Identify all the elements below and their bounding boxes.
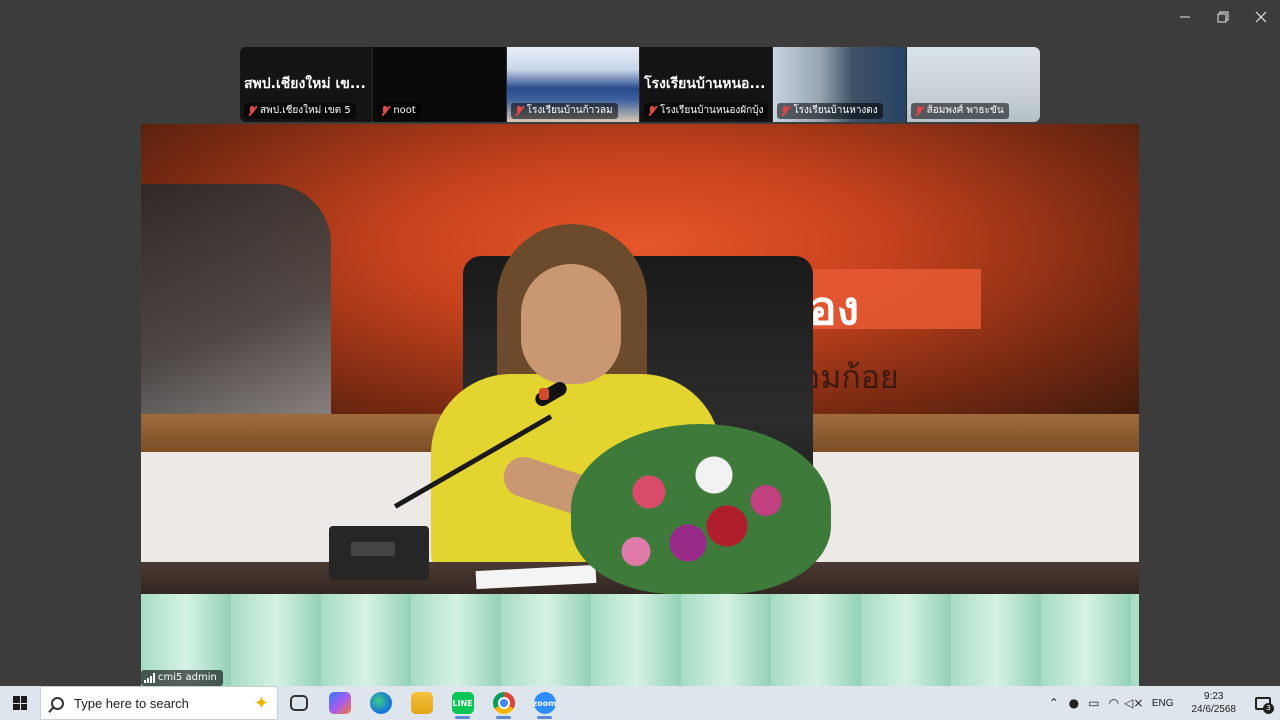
participant-tile[interactable]: ส้อมพงศ์ พาธะขัน	[906, 47, 1040, 122]
battery-icon: ▭	[1088, 696, 1100, 710]
widgets-button[interactable]	[278, 686, 319, 720]
mic-muted-icon	[914, 105, 924, 117]
chrome-icon	[492, 692, 515, 714]
participant-name: โรงเรียนบ้านหางดง	[793, 105, 878, 116]
participant-name-label: noot	[377, 103, 421, 119]
volume-muted-icon: ◁×	[1124, 696, 1144, 710]
notifications-button[interactable]: 3	[1246, 686, 1280, 720]
file-explorer-button[interactable]	[401, 686, 442, 720]
zoom-app-button[interactable]: zoom	[524, 686, 565, 720]
start-button[interactable]	[0, 686, 40, 720]
clock[interactable]: 9:23 24/6/2568	[1182, 690, 1247, 716]
participant-tile[interactable]: สพป.เชียงใหม่ เข... สพป.เชียงใหม่ เขต 5	[240, 47, 374, 122]
clock-time: 9:23	[1204, 691, 1224, 702]
microphone-tray-button[interactable]: ●	[1064, 686, 1084, 720]
search-icon	[51, 696, 64, 710]
participant-name-label: ส้อมพงศ์ พาธะขัน	[910, 103, 1009, 119]
notification-count-badge: 3	[1263, 703, 1274, 714]
participant-big-name: สพป.เชียงใหม่ เข...	[244, 76, 366, 92]
participant-name-label: สพป.เชียงใหม่ เขต 5	[244, 103, 356, 119]
copilot-button[interactable]	[319, 686, 360, 720]
participant-tile[interactable]: noot	[373, 47, 507, 122]
restore-button[interactable]	[1204, 0, 1242, 34]
search-placeholder: Type here to search	[74, 695, 189, 711]
battery-tray-button[interactable]: ▭	[1084, 686, 1104, 720]
wifi-tray-button[interactable]: ◠	[1104, 686, 1124, 720]
close-button[interactable]	[1242, 0, 1280, 34]
edge-button[interactable]	[360, 686, 401, 720]
mic-muted-icon	[247, 105, 257, 117]
flower-arrangement	[571, 424, 831, 594]
participant-name: โรงเรียนบ้านก้าวลม	[526, 105, 613, 116]
participant-big-name: โรงเรียนบ้านหนอ...	[643, 76, 766, 92]
system-tray: ⌃ ● ▭ ◠ ◁× ENG 9:23 24/6/2568 3	[1044, 686, 1280, 720]
wifi-icon: ◠	[1108, 696, 1120, 710]
edge-icon	[369, 692, 392, 714]
participant-name-label: โรงเรียนบ้านหนองผักบุ้ง	[643, 103, 769, 119]
window-controls	[1166, 0, 1280, 34]
volume-tray-button[interactable]: ◁×	[1124, 686, 1144, 720]
mic-muted-icon	[647, 105, 657, 117]
video-backdrop-shadow	[141, 184, 331, 414]
microphone-base-panel	[351, 542, 395, 556]
microphone-icon: ●	[1068, 696, 1080, 710]
participant-name: ส้อมพงศ์ พาธะขัน	[926, 105, 1004, 116]
participant-name: noot	[393, 105, 416, 116]
mic-muted-icon	[380, 105, 390, 117]
participant-tile[interactable]: โรงเรียนบ้านหนอ... โรงเรียนบ้านหนองผักบุ…	[639, 47, 774, 122]
mic-muted-icon	[514, 105, 524, 117]
language-indicator[interactable]: ENG	[1144, 698, 1182, 709]
folder-icon	[410, 692, 433, 714]
mic-muted-icon	[780, 105, 790, 117]
widgets-icon	[289, 695, 308, 711]
participant-name: โรงเรียนบ้านหนองผักบุ้ง	[659, 105, 764, 116]
close-icon	[1255, 11, 1267, 23]
participant-tile[interactable]: โรงเรียนบ้านหางดง	[773, 47, 907, 122]
line-icon: LINE	[451, 692, 474, 714]
windows-logo-icon	[13, 696, 27, 710]
backdrop-sign-text: อง	[809, 281, 860, 335]
participant-name: สพป.เชียงใหม่ เขต 5	[260, 105, 351, 116]
taskbar-search-box[interactable]: Type here to search ✦	[40, 686, 278, 720]
chevron-up-icon: ⌃	[1048, 696, 1059, 710]
sparkle-icon: ✦	[253, 693, 269, 714]
participant-name-label: โรงเรียนบ้านก้าวลม	[510, 103, 618, 119]
microphone-tip	[539, 388, 549, 400]
speaker-face	[521, 264, 621, 384]
zoom-meeting-window: สพป.เชียงใหม่ เข... สพป.เชียงใหม่ เขต 5 …	[0, 0, 1280, 686]
self-name: cmi5 admin	[158, 672, 217, 683]
participant-tile[interactable]: โรงเรียนบ้านก้าวลม	[506, 47, 640, 122]
show-hidden-icons-button[interactable]: ⌃	[1044, 686, 1064, 720]
minimize-button[interactable]	[1166, 0, 1204, 34]
windows-taskbar: Type here to search ✦ LINE zoom ⌃ ● ▭ ◠ …	[0, 686, 1280, 720]
table-cloth	[141, 594, 1139, 686]
chrome-button[interactable]	[483, 686, 524, 720]
zoom-icon: zoom	[533, 692, 557, 714]
signal-icon	[144, 673, 155, 683]
self-name-label: cmi5 admin	[141, 670, 223, 686]
restore-icon	[1217, 11, 1229, 23]
clock-date: 24/6/2568	[1191, 704, 1237, 715]
active-speaker-video[interactable]: อง อมก้อย	[141, 124, 1139, 686]
backdrop-sign-subtext: อมก้อย	[801, 358, 899, 396]
minimize-icon	[1180, 16, 1190, 18]
line-app-button[interactable]: LINE	[442, 686, 483, 720]
participant-gallery-strip: สพป.เชียงใหม่ เข... สพป.เชียงใหม่ เขต 5 …	[240, 47, 1040, 122]
copilot-icon	[328, 692, 351, 714]
participant-name-label: โรงเรียนบ้านหางดง	[777, 103, 883, 119]
